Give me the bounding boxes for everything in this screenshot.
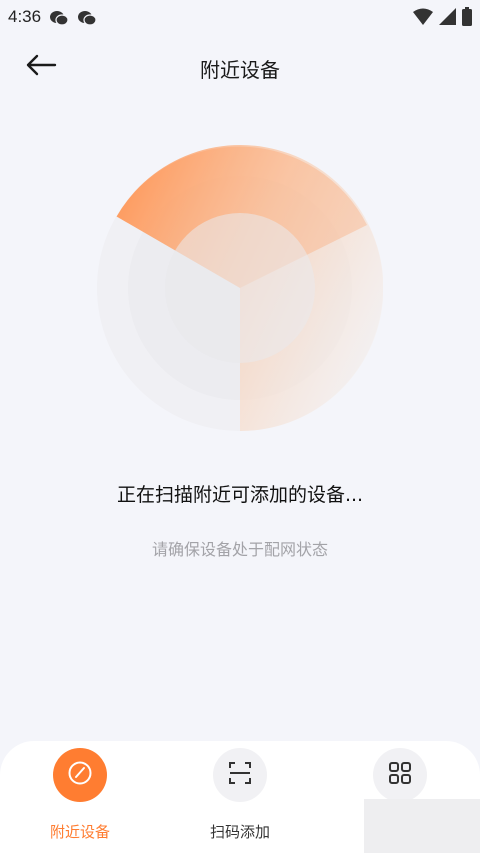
app-bar: 附近设备: [0, 34, 480, 98]
nav-item-scan-add[interactable]: 扫码添加: [185, 747, 295, 847]
nav-label: 扫码添加: [209, 823, 270, 841]
wifi-icon: [413, 8, 433, 30]
status-time: 4:36: [8, 7, 42, 26]
nav-icon-circle: [53, 748, 107, 802]
gauge-icon: [67, 760, 93, 790]
bottom-nav: 附近设备 扫码添加: [0, 741, 480, 853]
nav-icon-circle: [213, 748, 267, 802]
wechat-icon: [77, 10, 97, 26]
scan-status-title: 正在扫描附近可添加的设备...: [116, 484, 364, 506]
grid-icon: [387, 760, 413, 790]
scan-icon: [227, 760, 253, 790]
nav-item-nearby-devices[interactable]: 附近设备: [25, 747, 135, 847]
radar-scan-graphic: [97, 145, 384, 432]
page-title: 附近设备: [200, 58, 280, 82]
status-bar: 4:36: [0, 0, 480, 34]
status-right: [413, 7, 472, 30]
scan-hint: 请确保设备处于配网状态: [151, 540, 328, 559]
nav-label: 附近设备: [49, 823, 110, 841]
wechat-icon: [49, 10, 69, 26]
nav-item-all-categories[interactable]: [345, 747, 455, 847]
battery-icon: [462, 7, 472, 30]
signal-icon: [439, 7, 456, 30]
nav-icon-circle: [373, 748, 427, 802]
